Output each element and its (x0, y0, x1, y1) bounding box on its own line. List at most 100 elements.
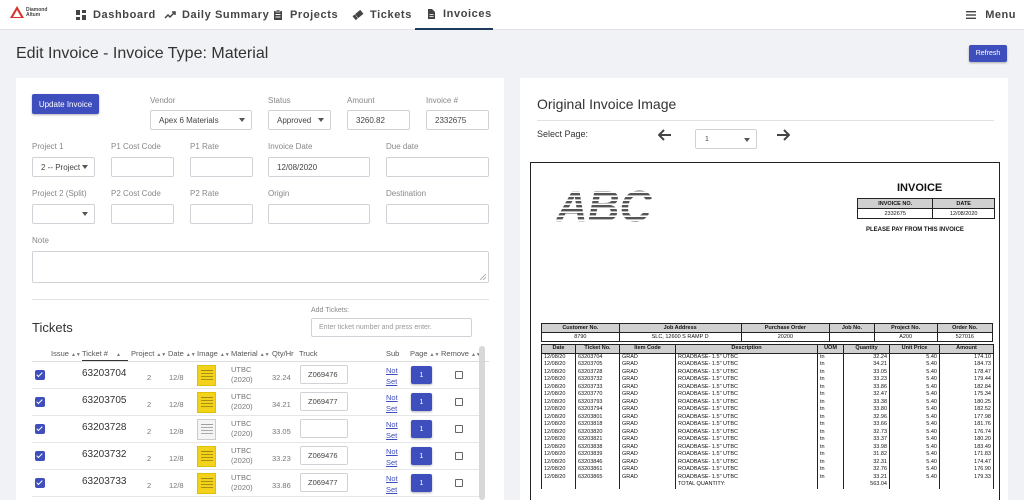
invoice-date-value: 12/08/2020 (277, 162, 318, 172)
page-button[interactable]: 1 (411, 393, 432, 411)
clipboard-icon (274, 9, 282, 20)
ticket-project: 2 (147, 454, 152, 463)
ticket-image-thumbnail[interactable] (197, 446, 216, 467)
sub-link[interactable]: Not Set (386, 473, 398, 495)
table-scrollbar[interactable] (479, 346, 485, 500)
original-invoice-title: Original Invoice Image (537, 96, 677, 112)
line-header-cell: UOM (817, 344, 844, 354)
invoice-line-cell: 12/08/20 (541, 361, 576, 369)
ticket-image-thumbnail[interactable] (197, 473, 216, 494)
menu-button[interactable]: Menu (965, 0, 1016, 30)
ticket-image-thumbnail[interactable] (197, 392, 216, 413)
sub-link[interactable]: Not Set (386, 365, 398, 387)
p1-rate-field[interactable] (190, 157, 253, 177)
nav-daily-summary[interactable]: Daily Summary (164, 0, 269, 30)
truck-input[interactable]: Z069476 (300, 365, 348, 384)
col-page[interactable]: Page ▲▼ (410, 349, 439, 358)
origin-field[interactable] (268, 204, 370, 224)
info-header-cell: Job No. (829, 323, 875, 333)
p2-cost-code-field[interactable] (111, 204, 174, 224)
col-image[interactable]: Image ▲▼ (197, 349, 230, 358)
project1-value: 2 -- Project (41, 162, 81, 172)
add-tickets-label: Add Tickets: (311, 307, 350, 314)
ticket-image-thumbnail[interactable] (197, 365, 216, 386)
p2-rate-field[interactable] (190, 204, 253, 224)
invoice-line-cell: 174.47 (939, 458, 994, 466)
col-date[interactable]: Date ▲▼ (168, 349, 196, 358)
invoice-line-cell: 63203704 (575, 353, 620, 361)
col-qty-label: Qty/Hr (272, 349, 294, 358)
ticket-image-thumbnail[interactable] (197, 419, 216, 440)
add-tickets-input[interactable]: Enter ticket number and press enter. (311, 318, 472, 337)
invoice-line-cell: 182.84 (939, 383, 994, 391)
ticket-row: 63203705 2 12/8 UTBC (2020) 34.21 Z069477 Not Se… (32, 389, 484, 416)
destination-field[interactable] (386, 204, 489, 224)
refresh-button[interactable]: Refresh (969, 45, 1007, 62)
page-select[interactable]: 1 (695, 129, 757, 149)
remove-checkbox[interactable] (455, 479, 463, 487)
sub-link[interactable]: Not Set (386, 446, 398, 468)
project1-label: Project 1 (32, 142, 64, 151)
project1-select[interactable]: 2 -- Project (32, 157, 95, 177)
invoice-line-cell: 12/08/20 (541, 428, 576, 436)
company-logo[interactable]: Diamond Altum (10, 4, 60, 26)
remove-checkbox[interactable] (455, 398, 463, 406)
page-button[interactable]: 1 (411, 474, 432, 492)
col-ticket[interactable]: Ticket # ▲ (82, 349, 128, 361)
amount-field[interactable]: 3260.82 (347, 110, 410, 130)
project2-select[interactable] (32, 204, 95, 224)
col-material[interactable]: Material ▲▼ (231, 349, 270, 358)
note-textarea[interactable] (32, 251, 489, 283)
truck-input[interactable] (300, 419, 348, 438)
ticket-date: 12/8 (169, 373, 184, 382)
page-button[interactable]: 1 (411, 420, 432, 438)
nav-projects[interactable]: Projects (272, 0, 338, 30)
col-project[interactable]: Project ▲▼ (131, 349, 166, 358)
nav-dashboard[interactable]: Dashboard (75, 0, 156, 30)
ticket-date: 12/8 (169, 481, 184, 490)
issue-checkbox[interactable] (35, 397, 45, 407)
invoice-number-field[interactable]: 2332675 (426, 110, 489, 130)
truck-input[interactable]: Z069477 (300, 392, 348, 411)
invoice-line-cell: 31.82 (843, 451, 890, 459)
invoice-line-cell: 12/08/20 (541, 353, 576, 361)
truck-input[interactable]: Z069477 (300, 473, 348, 492)
remove-checkbox[interactable] (455, 371, 463, 379)
page-button[interactable]: 1 (411, 447, 432, 465)
issue-checkbox[interactable] (35, 478, 45, 488)
status-select[interactable]: Approved (268, 110, 331, 130)
remove-checkbox[interactable] (455, 425, 463, 433)
invoice-line-cell: 5.40 (889, 406, 940, 414)
invoice-line-cell: 63203821 (575, 436, 620, 444)
nav-tickets[interactable]: Tickets (352, 0, 412, 30)
sort-icon: ▲▼ (185, 352, 196, 358)
resize-handle-icon[interactable] (480, 274, 486, 280)
invoice-line-row: 12/08/20 63203838 GRAD ROADBASE- 1.5" UTBC t… (541, 443, 994, 451)
arrow-left-icon[interactable] (658, 129, 672, 141)
invoice-date-field[interactable]: 12/08/2020 (268, 157, 370, 177)
issue-checkbox[interactable] (35, 451, 45, 461)
col-issue[interactable]: Issue ▲▼ (51, 349, 81, 358)
invoice-line-cell: 33.05 (843, 368, 890, 376)
p1-cost-code-field[interactable] (111, 157, 174, 177)
issue-checkbox[interactable] (35, 424, 45, 434)
remove-checkbox[interactable] (455, 452, 463, 460)
invoice-line-cell: 63203732 (575, 376, 620, 384)
sub-link[interactable]: Not Set (386, 392, 398, 414)
ticket-icon (352, 9, 364, 21)
arrow-right-icon[interactable] (776, 129, 790, 141)
invoice-line-cell: 5.40 (889, 413, 940, 421)
due-date-field[interactable] (386, 157, 489, 177)
truck-input[interactable]: Z069476 (300, 446, 348, 465)
vendor-select[interactable]: Apex 6 Materials (150, 110, 252, 130)
update-invoice-button[interactable]: Update Invoice (32, 94, 99, 114)
invoice-line-cell: GRAD (619, 353, 676, 361)
invoice-line-row: 12/08/20 63203705 GRAD ROADBASE- 1.5" UTBC t… (541, 361, 994, 369)
col-qty[interactable]: Qty/Hr (272, 349, 294, 358)
nav-invoices[interactable]: Invoices (415, 0, 493, 30)
issue-checkbox[interactable] (35, 370, 45, 380)
invoice-line-cell: tn (817, 458, 844, 466)
invoice-line-cell: tn (817, 398, 844, 406)
sub-link[interactable]: Not Set (386, 419, 398, 441)
page-button[interactable]: 1 (411, 366, 432, 384)
